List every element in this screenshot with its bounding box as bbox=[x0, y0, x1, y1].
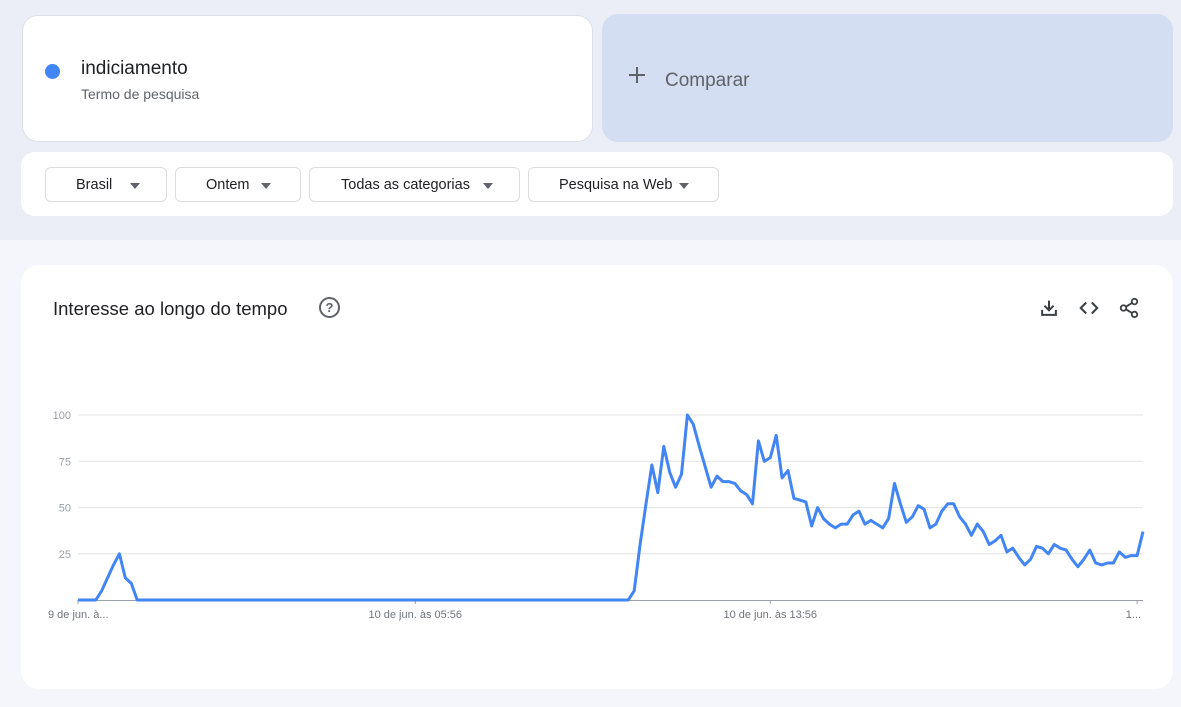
y-tick-label: 100 bbox=[53, 410, 71, 422]
chevron-down-icon bbox=[130, 183, 140, 189]
y-tick-label: 25 bbox=[59, 549, 71, 561]
category-filter[interactable]: Todas as categorias bbox=[309, 167, 520, 202]
time-filter-label: Ontem bbox=[206, 177, 250, 193]
term-name[interactable]: indiciamento bbox=[81, 58, 188, 80]
x-tick-label: 10 de jun. às 05:56 bbox=[368, 609, 462, 621]
search-term-card[interactable]: indiciamento Termo de pesquisa bbox=[22, 15, 593, 142]
x-tick-label: 9 de jun. à... bbox=[48, 609, 109, 621]
x-tick-label: 1... bbox=[1126, 609, 1141, 621]
term-type: Termo de pesquisa bbox=[81, 86, 200, 102]
y-tick-label: 75 bbox=[59, 456, 71, 468]
interest-over-time-card: Interesse ao longo do tempo ? 100 75 50 25 9… bbox=[21, 265, 1173, 689]
category-filter-label: Todas as categorias bbox=[341, 177, 470, 193]
chevron-down-icon bbox=[261, 183, 271, 189]
x-tick-label: 10 de jun. às 13:56 bbox=[723, 609, 817, 621]
y-tick-label: 50 bbox=[59, 503, 71, 515]
term-color-dot bbox=[45, 64, 60, 79]
filter-bar: Brasil Ontem Todas as categorias Pesquis… bbox=[21, 152, 1173, 216]
compare-label: Comparar bbox=[665, 70, 750, 91]
region-filter-label: Brasil bbox=[76, 177, 113, 193]
line-chart: 100 75 50 25 9 de jun. à... 10 de jun. às 05:… bbox=[48, 410, 1145, 621]
trends-page: indiciamento Termo de pesquisa Comparar … bbox=[0, 0, 1181, 707]
plus-icon bbox=[629, 67, 645, 83]
chevron-down-icon bbox=[483, 183, 493, 189]
compare-button[interactable]: Comparar bbox=[602, 14, 1173, 142]
search-type-filter[interactable]: Pesquisa na Web bbox=[528, 167, 719, 202]
region-filter[interactable]: Brasil bbox=[45, 167, 167, 202]
chevron-down-icon bbox=[679, 183, 689, 189]
search-type-filter-label: Pesquisa na Web bbox=[559, 177, 673, 193]
time-filter[interactable]: Ontem bbox=[175, 167, 301, 202]
